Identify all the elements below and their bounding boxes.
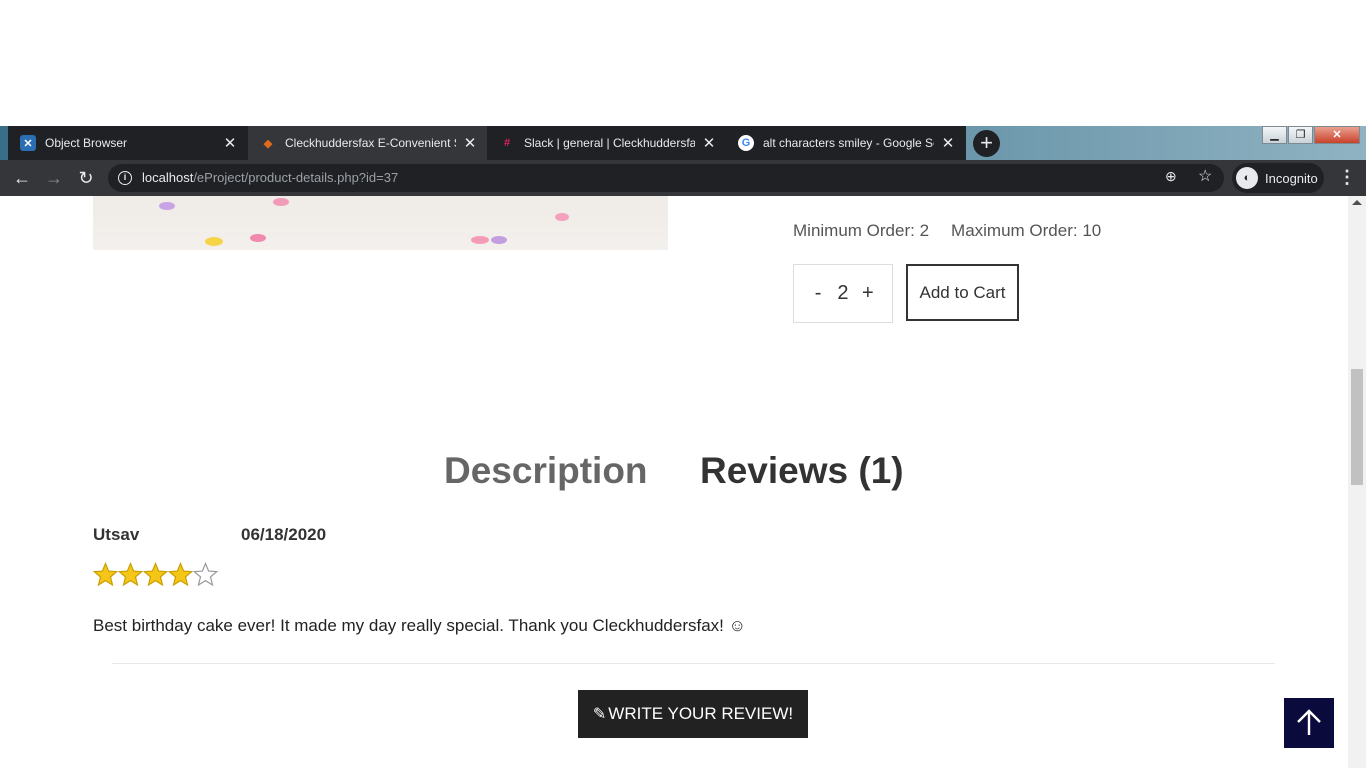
product-image (93, 196, 668, 250)
menu-icon[interactable]: ⋮ (1338, 167, 1356, 188)
minimum-order: Minimum Order: 2 (793, 221, 930, 240)
review-author: Utsav (93, 525, 140, 544)
close-window-button[interactable]: ✕ (1314, 126, 1360, 144)
incognito-profile-button[interactable]: ◐ Incognito (1232, 163, 1324, 193)
decrease-quantity-button[interactable]: - (809, 282, 827, 305)
maximum-order: Maximum Order: 10 (951, 221, 1102, 240)
quantity-value[interactable]: 2 (837, 282, 848, 305)
sprinkle-decoration (471, 236, 489, 244)
browser-toolbar: ← → ↻ i localhost/eProject/product-detai… (0, 160, 1366, 196)
order-limits: Minimum Order: 2 Maximum Order: 10 (793, 221, 1123, 241)
address-bar[interactable]: i localhost/eProject/product-details.php… (108, 164, 1224, 192)
close-icon[interactable]: ✕ (222, 134, 238, 152)
close-icon[interactable]: ✕ (940, 134, 956, 152)
divider (112, 663, 1275, 664)
google-icon: G (738, 135, 754, 151)
sprinkle-decoration (205, 237, 223, 246)
sprinkle-decoration (555, 213, 569, 221)
scroll-up-arrow-icon[interactable] (1352, 200, 1362, 205)
url-path: /eProject/product-details.php?id=37 (193, 170, 399, 185)
minimize-window-button[interactable]: ▁ (1262, 126, 1287, 144)
url-host: localhost (142, 170, 194, 185)
increase-quantity-button[interactable]: + (859, 282, 877, 305)
product-info-tabs: Description Reviews (1) (0, 450, 1348, 500)
bookmark-star-icon[interactable]: ☆ (1198, 166, 1212, 186)
url-text[interactable]: localhost/eProject/product-details.php?i… (142, 170, 398, 185)
close-icon[interactable]: ✕ (462, 134, 478, 152)
incognito-icon: ◐ (1236, 167, 1258, 189)
arrow-up-icon (1297, 709, 1321, 735)
reload-icon[interactable]: ↻ (74, 167, 98, 189)
sprinkle-decoration (250, 234, 266, 242)
tab-title: alt characters smiley - Google Search (763, 136, 934, 150)
write-review-button[interactable]: ✎ WRITE YOUR REVIEW! (578, 690, 808, 738)
write-review-label: WRITE YOUR REVIEW! (608, 704, 794, 723)
quantity-stepper: - 2 + (793, 264, 893, 323)
star-filled-icon (168, 562, 193, 587)
star-filled-icon (143, 562, 168, 587)
tab-title: Cleckhuddersfax E-Convenient Store (285, 136, 456, 150)
profile-label: Incognito (1265, 170, 1318, 186)
sprinkle-decoration (159, 202, 175, 210)
review-text: Best birthday cake ever! It made my day … (93, 616, 746, 635)
restore-window-button[interactable]: ❐ (1288, 126, 1313, 144)
forward-icon[interactable]: → (42, 167, 66, 189)
site-info-icon[interactable]: i (118, 171, 132, 185)
object-browser-icon: ✕ (20, 135, 36, 151)
star-filled-icon (93, 562, 118, 587)
review-date: 06/18/2020 (241, 525, 327, 544)
page-scrollbar[interactable] (1348, 196, 1366, 768)
close-icon[interactable]: ✕ (701, 134, 717, 152)
browser-tab-cleckhuddersfax[interactable]: ◆ Cleckhuddersfax E-Convenient Store ✕ (248, 126, 488, 160)
scroll-to-top-button[interactable] (1284, 698, 1334, 748)
new-tab-button[interactable]: + (973, 130, 1000, 157)
star-filled-icon (118, 562, 143, 587)
tab-title: Slack | general | Cleckhuddersfax (524, 136, 695, 150)
tab-title: Object Browser (45, 136, 128, 150)
site-logo-icon: ◆ (263, 137, 273, 150)
edit-icon: ✎ (592, 706, 607, 723)
add-to-cart-button[interactable]: Add to Cart (906, 264, 1019, 321)
back-icon[interactable]: ← (10, 167, 34, 189)
tab-description[interactable]: Description (444, 450, 648, 492)
zoom-icon[interactable]: ⊕ (1165, 168, 1177, 185)
browser-tab-strip: ✕ Object Browser ✕ ◆ Cleckhuddersfax E-C… (0, 126, 1366, 160)
sprinkle-decoration (491, 236, 507, 244)
browser-tab-google[interactable]: G alt characters smiley - Google Search … (726, 126, 966, 160)
star-empty-icon (193, 562, 218, 587)
tab-reviews[interactable]: Reviews (1) (700, 450, 904, 492)
page-viewport: Minimum Order: 2 Maximum Order: 10 - 2 + … (0, 196, 1366, 768)
scrollbar-thumb[interactable] (1351, 369, 1363, 485)
blank-area (0, 0, 1366, 126)
review-rating (93, 562, 218, 587)
slack-icon: # (503, 137, 511, 149)
browser-tab-slack[interactable]: # Slack | general | Cleckhuddersfax ✕ (487, 126, 727, 160)
sprinkle-decoration (273, 198, 289, 206)
browser-tab-object-browser[interactable]: ✕ Object Browser ✕ (8, 126, 248, 160)
